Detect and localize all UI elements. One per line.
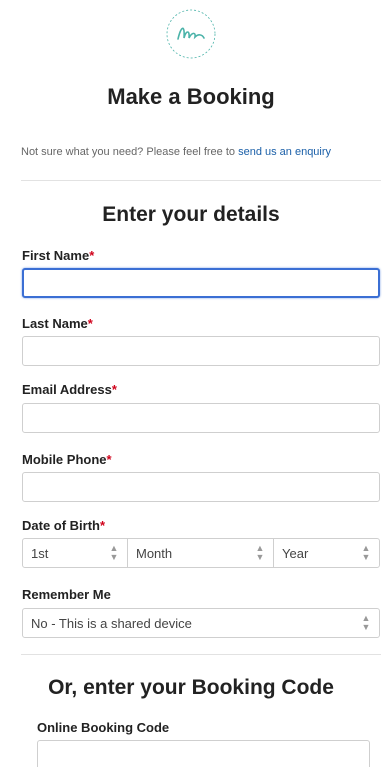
booking-code-input[interactable] [37, 740, 370, 767]
email-input[interactable] [22, 403, 380, 433]
dob-day-value: 1st [31, 545, 49, 561]
mobile-label-text: Mobile Phone [22, 452, 107, 467]
last-name-label-text: Last Name [22, 316, 88, 331]
brand-logo [165, 8, 217, 60]
last-name-input[interactable] [22, 336, 380, 366]
booking-code-section-title: Or, enter your Booking Code [48, 676, 334, 699]
enquiry-note: Not sure what you need? Please feel free… [21, 146, 331, 158]
remember-me-value: No - This is a shared device [31, 615, 192, 631]
required-marker: * [100, 518, 106, 533]
select-chevron-icon: ▲ ▼ [361, 613, 371, 632]
first-name-label-text: First Name [22, 248, 90, 263]
dob-month-value: Month [136, 545, 173, 561]
required-marker: * [106, 452, 112, 467]
brand-logo-icon [166, 9, 216, 59]
details-section-title: Enter your details [102, 203, 280, 226]
first-name-label: First Name* [22, 248, 94, 263]
enquiry-text: Not sure what you need? Please feel free… [21, 146, 239, 158]
booking-code-label: Online Booking Code [37, 720, 170, 735]
divider [21, 654, 381, 655]
dob-month-select[interactable]: Month ▲ ▼ [127, 538, 274, 568]
email-label: Email Address* [22, 382, 117, 397]
mobile-label: Mobile Phone* [22, 452, 112, 467]
dob-year-select[interactable]: Year ▲ ▼ [273, 538, 380, 568]
dob-label-text: Date of Birth [22, 518, 100, 533]
remember-me-label: Remember Me [22, 587, 111, 602]
dob-day-select[interactable]: 1st ▲ ▼ [22, 538, 128, 568]
first-name-input[interactable] [22, 268, 380, 298]
last-name-label: Last Name* [22, 316, 93, 331]
required-marker: * [87, 316, 93, 331]
select-chevron-icon: ▲ ▼ [109, 543, 119, 562]
dob-year-value: Year [282, 545, 309, 561]
page-title: Make a Booking [107, 84, 275, 109]
divider [21, 180, 381, 181]
send-enquiry-link[interactable]: send us an enquiry [238, 146, 331, 158]
required-marker: * [89, 248, 95, 263]
mobile-input[interactable] [22, 472, 380, 502]
dob-label: Date of Birth* [22, 518, 105, 533]
email-label-text: Email Address [22, 382, 112, 397]
remember-me-select[interactable]: No - This is a shared device ▲ ▼ [22, 608, 380, 638]
required-marker: * [111, 382, 117, 397]
select-chevron-icon: ▲ ▼ [361, 543, 371, 562]
select-chevron-icon: ▲ ▼ [255, 543, 265, 562]
